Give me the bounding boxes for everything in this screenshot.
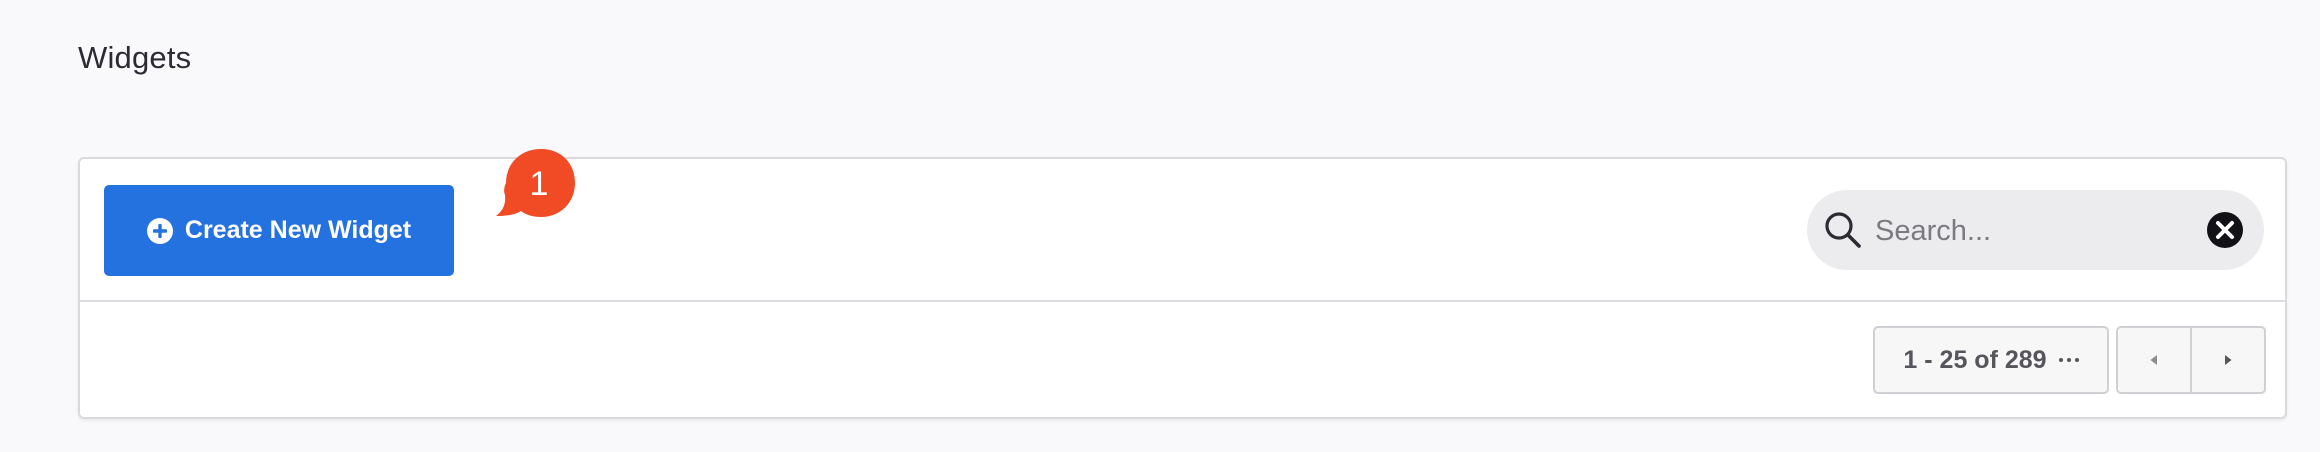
- search-input[interactable]: [1873, 204, 2197, 258]
- next-page-button[interactable]: [2190, 328, 2264, 392]
- badge-count: 1: [529, 164, 549, 203]
- page-range-button[interactable]: 1 - 25 of 289: [1873, 326, 2109, 394]
- search-box[interactable]: [1807, 190, 2264, 270]
- page-range-label: 1 - 25 of 289: [1903, 345, 2047, 374]
- panel-divider: [80, 300, 2285, 302]
- widgets-panel: Create New Widget 1 Search... 1 - 25 of …: [78, 149, 2287, 419]
- plus-circle-icon: [146, 217, 173, 244]
- search-icon: [1823, 210, 1863, 250]
- widgets-page: Widgets Create New Widget 1 Search... 1 …: [0, 0, 2320, 452]
- more-horizontal-icon: [2058, 358, 2079, 362]
- triangle-right-icon: [2225, 355, 2232, 365]
- page-title: Widgets: [78, 40, 192, 75]
- create-new-widget-label: Create New Widget: [184, 216, 412, 244]
- create-new-widget-button[interactable]: Create New Widget: [104, 185, 454, 276]
- clear-icon[interactable]: [2206, 211, 2244, 249]
- notification-badge: 1: [491, 149, 575, 233]
- page-nav-group: [2116, 326, 2266, 394]
- previous-page-button[interactable]: [2118, 328, 2190, 392]
- triangle-left-icon: [2150, 355, 2157, 365]
- pagination: 1 - 25 of 289: [1873, 326, 2266, 394]
